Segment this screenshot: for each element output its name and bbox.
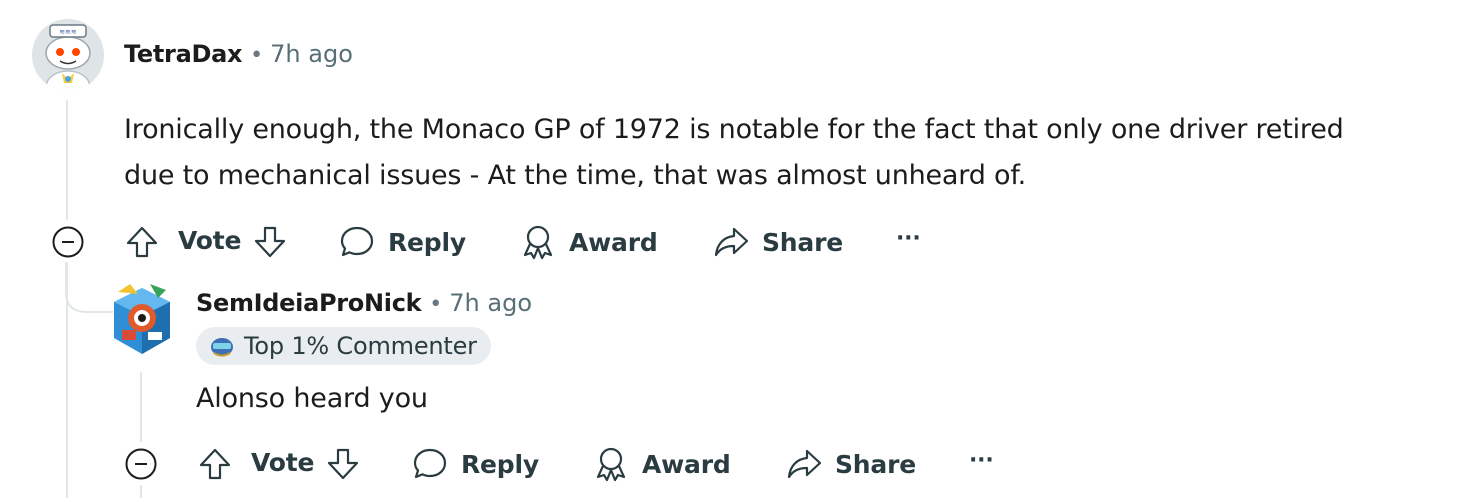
upvote-button[interactable] — [124, 224, 160, 260]
comment-body-line-1: Ironically enough, the Monaco GP of 1972… — [124, 114, 1344, 145]
thread-line — [140, 372, 142, 442]
timestamp[interactable]: 7h ago — [449, 289, 532, 317]
thread-line — [66, 100, 68, 220]
speech-bubble-icon — [411, 445, 449, 483]
award-button[interactable]: Award — [519, 223, 658, 261]
upvote-arrow-icon — [124, 224, 160, 260]
svg-text:≋≋≋: ≋≋≋ — [59, 28, 77, 36]
top-commenter-icon — [208, 334, 236, 358]
comment-body-line-2: due to mechanical issues - At the time, … — [124, 160, 1027, 191]
share-arrow-icon — [712, 223, 750, 261]
vote-count: Vote — [178, 226, 242, 255]
award-label: Award — [642, 449, 731, 479]
share-arrow-icon — [785, 445, 823, 483]
collapse-thread-button[interactable] — [125, 448, 157, 480]
more-options-icon: ··· — [896, 226, 921, 251]
more-options-button[interactable]: ··· — [969, 448, 994, 473]
upvote-button[interactable] — [197, 446, 233, 482]
reply-meta: SemIdeiaProNick • 7h ago — [196, 289, 532, 317]
vote-count: Vote — [251, 448, 315, 477]
share-button[interactable]: Share — [712, 223, 843, 261]
downvote-arrow-icon — [252, 224, 288, 260]
share-label: Share — [835, 449, 916, 479]
award-button[interactable]: Award — [592, 445, 731, 483]
timestamp[interactable]: 7h ago — [270, 40, 353, 68]
reply-label: Reply — [388, 227, 466, 257]
collapse-thread-button[interactable] — [52, 226, 84, 258]
badge-label: Top 1% Commenter — [244, 332, 477, 360]
downvote-button[interactable] — [325, 446, 361, 482]
downvote-button[interactable] — [252, 224, 288, 260]
award-icon — [592, 445, 630, 483]
upvote-arrow-icon — [197, 446, 233, 482]
share-label: Share — [762, 227, 843, 257]
share-button[interactable]: Share — [785, 445, 916, 483]
minus-circle-icon — [125, 448, 157, 480]
separator-dot: • — [429, 292, 443, 317]
reply-label: Reply — [461, 449, 539, 479]
award-icon — [519, 223, 557, 261]
avatar[interactable] — [108, 282, 176, 358]
reply-button[interactable]: Reply — [338, 223, 466, 261]
more-options-button[interactable]: ··· — [896, 226, 921, 251]
username[interactable]: TetraDax — [124, 40, 242, 68]
award-label: Award — [569, 227, 658, 257]
minus-circle-icon — [52, 226, 84, 258]
comment-meta: TetraDax • 7h ago — [124, 40, 353, 68]
speech-bubble-icon — [338, 223, 376, 261]
thread-line — [140, 485, 142, 498]
username[interactable]: SemIdeiaProNick — [196, 289, 422, 317]
reply-body: Alonso heard you — [196, 383, 428, 414]
more-options-icon: ··· — [969, 448, 994, 473]
downvote-arrow-icon — [325, 446, 361, 482]
avatar[interactable]: ≋≋≋ — [32, 19, 104, 91]
commenter-badge[interactable]: Top 1% Commenter — [196, 327, 491, 365]
reply-button[interactable]: Reply — [411, 445, 539, 483]
separator-dot: • — [250, 43, 264, 68]
